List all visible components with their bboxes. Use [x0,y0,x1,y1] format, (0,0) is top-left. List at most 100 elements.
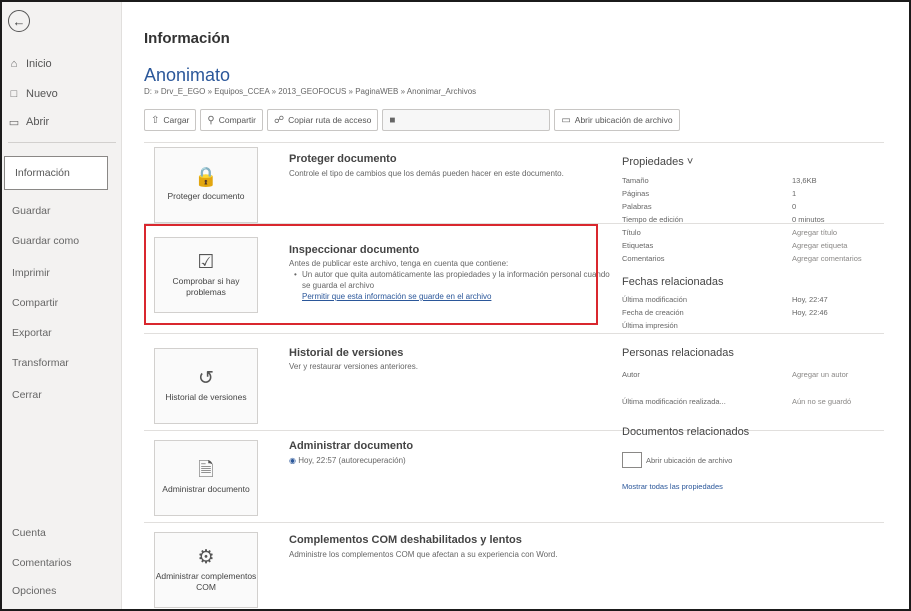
nav-cerrar[interactable]: Cerrar [12,382,112,408]
manage-title: Administrar documento [289,440,414,452]
nav-informacion[interactable]: Información [4,156,108,190]
action-bar: ⇧ Cargar ⚲ Compartir ☍ Copiar ruta de ac… [144,109,680,131]
autorecover-item[interactable]: ◉ Hoy, 22:57 (autorecuperación) [289,456,609,467]
lock-icon: 🔒 [194,167,218,189]
nav-inicio-label: Inicio [26,58,52,70]
nav-compartir[interactable]: Compartir [12,290,112,316]
date-row: Última impresión [622,321,892,332]
people-heading: Personas relacionadas [622,347,734,359]
com-section: ⚙ Administrar complementos COM Complemen… [144,528,614,608]
backstage-nav: ← ⌂ Inicio □ Nuevo ▭ Abrir Información G… [2,2,122,609]
show-all-properties-link[interactable]: Mostrar todas las propiedades [622,482,723,491]
prop-key: Tamaño [622,176,649,185]
person-value: Aún no se guardó [792,397,852,406]
com-desc: Administre los complementos COM que afec… [289,550,558,559]
nav-cuenta[interactable]: Cuenta [12,520,112,546]
autorecover-label: Hoy, 22:57 (autorecuperación) [298,456,406,465]
date-key: Fecha de creación [622,308,684,317]
copy-path-icon: ☍ [274,114,285,126]
prop-row: Título Agregar título [622,228,892,239]
nav-divider [8,142,116,143]
divider [144,522,884,523]
new-doc-icon: □ [10,88,18,100]
upload-button[interactable]: ⇧ Cargar [144,109,197,131]
person-row: Última modificación realizada... Aún no s… [622,397,892,408]
nav-transformar[interactable]: Transformar [12,350,112,376]
protect-document-tile[interactable]: 🔒 Proteger documento [154,147,258,223]
prop-comments-value[interactable]: Agregar comentarios [792,254,862,263]
prop-tags-value[interactable]: Agregar etiqueta [792,241,847,250]
info-pane: Información Anonimato D: » Drv_E_EGO » E… [122,2,909,609]
folder-icon: ▭ [8,116,20,129]
prop-key: Comentarios [622,254,665,263]
word-doc-icon: ◉ [289,456,296,465]
prop-row: Palabras 0 [622,202,892,213]
share-label: Compartir [218,115,257,125]
add-author-link[interactable]: Agregar un autor [792,370,848,379]
nav-comentarios[interactable]: Comentarios [12,550,112,576]
nav-guardar-como[interactable]: Guardar como [12,228,112,254]
protect-desc: Controle el tipo de cambios que los demá… [289,169,564,178]
copy-path-button[interactable]: ☍ Copiar ruta de acceso [267,109,379,131]
com-addins-tile[interactable]: ⚙ Administrar complementos COM [154,532,258,608]
upload-icon: ⇧ [151,114,160,126]
manage-document-tile[interactable]: 🗎 Administrar documento [154,440,258,516]
version-history-tile[interactable]: ↺ Historial de versiones [154,348,258,424]
prop-key: Etiquetas [622,241,654,250]
prop-key: Páginas [622,189,650,198]
properties-heading[interactable]: Propiedades ˅ [622,156,693,168]
nav-abrir[interactable]: ▭ Abrir [8,112,49,132]
prop-row: Comentarios Agregar comentarios [622,254,892,265]
prop-key: Título [622,228,641,237]
nav-nuevo-label: Nuevo [26,88,58,100]
manage-doc-icon: 🗎 [198,460,214,482]
nav-inicio[interactable]: ⌂ Inicio [8,54,52,74]
related-docs-heading: Documentos relacionados [622,426,750,438]
prop-row: Páginas 1 [622,189,892,200]
disabled-action-button: ■ [382,109,551,131]
date-row: Última modificación Hoy, 22:47 [622,295,892,306]
nav-exportar[interactable]: Exportar [12,320,112,346]
date-row: Fecha de creación Hoy, 22:46 [622,308,892,319]
person-key: Última modificación realizada... [622,397,726,406]
open-file-location-item[interactable]: Abrir ubicación de archivo [622,452,732,468]
properties-heading-label: Propiedades [622,156,684,168]
page-title: Información [144,30,230,47]
copy-path-label: Copiar ruta de acceso [288,115,372,125]
divider [144,142,884,143]
prop-title-value[interactable]: Agregar título [792,228,837,237]
person-key: Autor [622,370,640,379]
date-key: Última impresión [622,321,678,330]
prop-value: 0 minutos [792,215,825,224]
back-arrow-icon[interactable]: ← [8,10,30,32]
date-value: Hoy, 22:46 [792,308,828,317]
prop-value: 0 [792,202,797,211]
protect-section: 🔒 Proteger documento Proteger documento … [144,147,614,223]
prop-row: Etiquetas Agregar etiqueta [622,241,892,252]
prop-key: Tiempo de edición [622,215,684,224]
versions-title: Historial de versiones [289,347,404,359]
folder-open-icon: ▭ [561,114,571,126]
share-button[interactable]: ⚲ Compartir [200,109,264,131]
nav-imprimir[interactable]: Imprimir [12,260,112,286]
person-row: Autor Agregar un autor [622,370,892,381]
version-history-label: Historial de versiones [165,392,247,403]
nav-nuevo[interactable]: □ Nuevo [8,84,58,104]
protect-tile-label: Proteger documento [167,191,245,202]
divider [144,430,884,431]
open-location-label: Abrir ubicación de archivo [574,115,673,125]
manage-section: 🗎 Administrar documento Administrar docu… [144,436,614,516]
nav-abrir-label: Abrir [26,116,50,128]
date-value: Hoy, 22:47 [792,295,828,304]
document-path: D: » Drv_E_EGO » Equipos_CCEA » 2013_GEO… [144,87,477,96]
versions-desc: Ver y restaurar versiones anteriores. [289,362,418,371]
upload-label: Cargar [163,115,190,125]
prop-value: 13,6KB [792,176,817,185]
nav-opciones[interactable]: Opciones [12,578,112,604]
date-key: Última modificación [622,295,688,304]
prop-row: Tamaño 13,6KB [622,176,892,187]
share-icon: ⚲ [207,114,215,126]
nav-guardar[interactable]: Guardar [12,198,112,224]
open-location-button[interactable]: ▭ Abrir ubicación de archivo [554,109,680,131]
document-name: Anonimato [144,65,231,85]
